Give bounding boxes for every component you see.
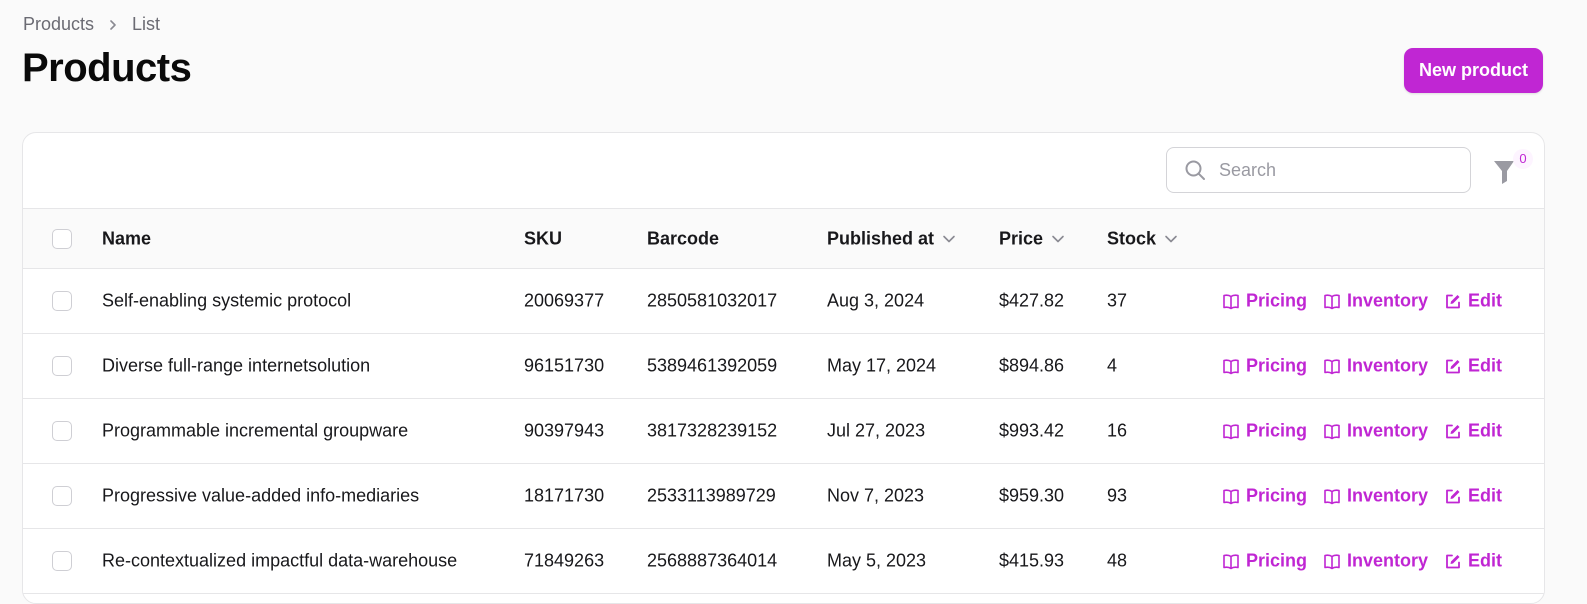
product-name: Self-enabling systemic protocol — [102, 290, 352, 311]
search-box[interactable] — [1166, 147, 1471, 193]
product-name: Diverse full-range internetsolution — [102, 355, 371, 376]
product-barcode: 2850581032017 — [647, 290, 778, 311]
product-price: $415.93 — [999, 550, 1065, 571]
product-sku: 20069377 — [524, 290, 605, 311]
row-checkbox[interactable] — [52, 356, 72, 376]
page-title: Products — [22, 46, 192, 90]
pricing-action[interactable]: Pricing — [1222, 291, 1307, 312]
edit-action[interactable]: Edit — [1444, 291, 1502, 312]
product-barcode: 2568887364014 — [647, 550, 778, 571]
row-actions: Pricing Inventory Edit — [1222, 356, 1502, 377]
table-row: Progressive value-added info-mediaries 1… — [23, 464, 1544, 529]
row-actions: Pricing Inventory Edit — [1222, 551, 1502, 572]
new-product-button[interactable]: New product — [1404, 48, 1543, 93]
pricing-action[interactable]: Pricing — [1222, 551, 1307, 572]
product-stock: 93 — [1107, 485, 1128, 506]
product-published-at: Jul 27, 2023 — [827, 420, 926, 441]
pricing-action[interactable]: Pricing — [1222, 356, 1307, 377]
product-stock: 48 — [1107, 550, 1128, 571]
table-row: Diverse full-range internetsolution 9615… — [23, 334, 1544, 399]
product-sku: 90397943 — [524, 420, 605, 441]
product-price: $959.30 — [999, 485, 1065, 506]
column-header-published-at[interactable]: Published at — [827, 228, 956, 249]
filter-button[interactable]: 0 — [1491, 149, 1535, 191]
select-all-checkbox[interactable] — [52, 228, 72, 249]
table-row: Programmable incremental groupware 90397… — [23, 399, 1544, 464]
pricing-action[interactable]: Pricing — [1222, 486, 1307, 507]
products-table-card: 0 Name SKU Barcode Published at Price St… — [22, 132, 1545, 604]
row-actions: Pricing Inventory Edit — [1222, 291, 1502, 312]
book-open-icon — [1223, 488, 1239, 504]
book-open-icon — [1223, 553, 1239, 569]
book-open-icon — [1324, 488, 1340, 504]
breadcrumb: Products List — [23, 14, 160, 35]
edit-action[interactable]: Edit — [1444, 551, 1502, 572]
inventory-action[interactable]: Inventory — [1323, 551, 1428, 572]
edit-action[interactable]: Edit — [1444, 486, 1502, 507]
book-open-icon — [1324, 293, 1340, 309]
chevron-down-icon — [1165, 235, 1177, 243]
book-open-icon — [1324, 358, 1340, 374]
product-name: Progressive value-added info-mediaries — [102, 485, 420, 506]
product-published-at: May 17, 2024 — [827, 355, 937, 376]
inventory-action[interactable]: Inventory — [1323, 356, 1428, 377]
inventory-action[interactable]: Inventory — [1323, 486, 1428, 507]
search-input[interactable] — [1217, 158, 1451, 182]
product-name: Re-contextualized impactful data-warehou… — [102, 550, 458, 571]
product-price: $427.82 — [999, 290, 1065, 311]
row-checkbox[interactable] — [52, 291, 72, 311]
product-stock: 16 — [1107, 420, 1128, 441]
book-open-icon — [1324, 423, 1340, 439]
table-row: Re-contextualized impactful data-warehou… — [23, 529, 1544, 594]
product-stock: 37 — [1107, 290, 1128, 311]
column-header-stock[interactable]: Stock — [1107, 228, 1178, 249]
book-open-icon — [1223, 293, 1239, 309]
product-barcode: 2533113989729 — [647, 485, 776, 506]
product-price: $993.42 — [999, 420, 1065, 441]
row-actions: Pricing Inventory Edit — [1222, 421, 1502, 442]
pencil-square-icon — [1446, 294, 1460, 308]
product-stock: 4 — [1107, 355, 1118, 376]
book-open-icon — [1223, 358, 1239, 374]
product-barcode: 3817328239152 — [647, 420, 778, 441]
table-header: Name SKU Barcode Published at Price Stoc… — [23, 209, 1544, 269]
column-header-name: Name — [102, 228, 152, 248]
breadcrumb-products[interactable]: Products — [23, 14, 94, 35]
pencil-square-icon — [1446, 554, 1460, 568]
book-open-icon — [1324, 553, 1340, 569]
table-toolbar: 0 — [23, 133, 1544, 209]
pencil-square-icon — [1446, 424, 1460, 438]
table-row: Self-enabling systemic protocol 20069377… — [23, 269, 1544, 334]
product-published-at: May 5, 2023 — [827, 550, 927, 571]
row-checkbox[interactable] — [52, 486, 72, 506]
search-icon — [1185, 160, 1205, 180]
column-header-barcode: Barcode — [647, 228, 720, 248]
product-sku: 96151730 — [524, 355, 605, 376]
product-name: Programmable incremental groupware — [102, 420, 409, 441]
column-header-price[interactable]: Price — [999, 228, 1065, 249]
row-actions: Pricing Inventory Edit — [1222, 486, 1502, 507]
inventory-action[interactable]: Inventory — [1323, 291, 1428, 312]
pencil-square-icon — [1446, 359, 1460, 373]
book-open-icon — [1223, 423, 1239, 439]
edit-action[interactable]: Edit — [1444, 356, 1502, 377]
pencil-square-icon — [1446, 489, 1460, 503]
chevron-down-icon — [943, 235, 955, 243]
product-published-at: Nov 7, 2023 — [827, 485, 925, 506]
edit-action[interactable]: Edit — [1444, 421, 1502, 442]
chevron-down-icon — [1052, 235, 1064, 243]
product-sku: 71849263 — [524, 550, 605, 571]
column-header-sku: SKU — [524, 228, 563, 248]
product-published-at: Aug 3, 2024 — [827, 290, 925, 311]
product-price: $894.86 — [999, 355, 1065, 376]
product-sku: 18171730 — [524, 485, 605, 506]
filter-count-badge: 0 — [1513, 149, 1533, 169]
product-barcode: 5389461392059 — [647, 355, 778, 376]
inventory-action[interactable]: Inventory — [1323, 421, 1428, 442]
breadcrumb-list: List — [132, 14, 161, 34]
pricing-action[interactable]: Pricing — [1222, 421, 1307, 442]
chevron-right-icon — [110, 19, 116, 30]
row-checkbox[interactable] — [52, 421, 72, 441]
row-checkbox[interactable] — [52, 551, 72, 571]
